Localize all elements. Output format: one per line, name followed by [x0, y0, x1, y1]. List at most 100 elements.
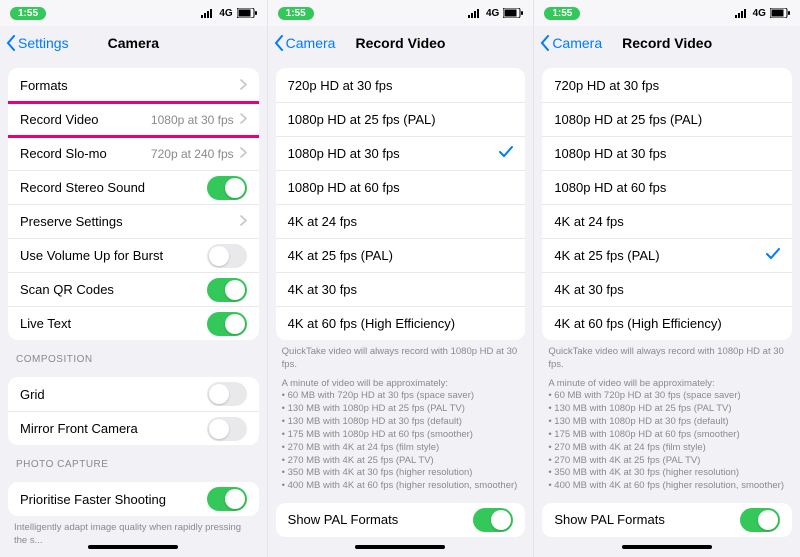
row-live-text: Live Text [8, 306, 259, 340]
battery-icon [770, 8, 790, 18]
approx-item: 130 MB with 1080p HD at 25 fps (PAL TV) [282, 403, 520, 416]
network-label: 4G [486, 8, 499, 19]
video-option[interactable]: 4K at 25 fps (PAL) [542, 238, 792, 272]
status-time: 1:55 [544, 7, 580, 20]
row-mirror-front: Mirror Front Camera [8, 411, 259, 445]
video-option[interactable]: 1080p HD at 30 fps [542, 136, 792, 170]
back-label: Camera [552, 35, 602, 51]
signal-icon [735, 9, 749, 18]
back-label: Settings [18, 35, 69, 51]
approx-item: 270 MB with 4K at 24 fps (film style) [282, 442, 520, 455]
switch-show-pal[interactable] [473, 508, 513, 532]
approx-item: 350 MB with 4K at 30 fps (higher resolut… [548, 467, 786, 480]
row-label: Grid [20, 387, 207, 402]
pal-group: Show PAL Formats [542, 503, 792, 537]
section-composition-label: COMPOSITION [0, 340, 267, 369]
video-option[interactable]: 4K at 24 fps [542, 204, 792, 238]
switch-grid[interactable] [207, 382, 247, 406]
status-bar: 1:55 4G [268, 0, 534, 26]
settings-group-composition: Grid Mirror Front Camera [8, 377, 259, 445]
video-option[interactable]: 1080p HD at 60 fps [276, 170, 526, 204]
row-preserve-settings[interactable]: Preserve Settings [8, 204, 259, 238]
back-button[interactable]: Camera [540, 35, 602, 51]
approx-item: 60 MB with 720p HD at 30 fps (space save… [282, 390, 520, 403]
row-record-video[interactable]: Record Video 1080p at 30 fps [8, 102, 259, 136]
option-label: 4K at 60 fps (High Efficiency) [554, 316, 780, 331]
option-label: 4K at 30 fps [288, 282, 514, 297]
chevron-right-icon [240, 146, 247, 161]
home-indicator[interactable] [268, 543, 534, 557]
approx-item: 270 MB with 4K at 25 fps (PAL TV) [282, 455, 520, 468]
row-record-slomo[interactable]: Record Slo-mo 720p at 240 fps [8, 136, 259, 170]
option-label: 1080p HD at 25 fps (PAL) [288, 112, 514, 127]
video-option[interactable]: 1080p HD at 60 fps [542, 170, 792, 204]
switch-mirror-front[interactable] [207, 417, 247, 441]
switch-volume-burst[interactable] [207, 244, 247, 268]
approx-block: A minute of video will be approximately:… [534, 372, 800, 493]
footer-caption: Intelligently adapt image quality when r… [0, 516, 267, 543]
video-option[interactable]: 720p HD at 30 fps [276, 68, 526, 102]
hint-text: QuickTake video will always record with … [268, 340, 534, 372]
chevron-left-icon [6, 35, 16, 51]
video-option[interactable]: 4K at 60 fps (High Efficiency) [542, 306, 792, 340]
option-label: 4K at 24 fps [554, 214, 780, 229]
row-label: Record Video [20, 112, 151, 127]
option-label: 4K at 30 fps [554, 282, 780, 297]
back-button[interactable]: Settings [6, 35, 69, 51]
video-option[interactable]: 720p HD at 30 fps [542, 68, 792, 102]
home-indicator[interactable] [0, 543, 267, 557]
checkmark-icon [766, 248, 780, 263]
row-label: Record Stereo Sound [20, 180, 207, 195]
approx-item: 350 MB with 4K at 30 fps (higher resolut… [282, 467, 520, 480]
row-prioritise-faster: Prioritise Faster Shooting [8, 482, 259, 516]
row-show-pal: Show PAL Formats [542, 503, 792, 537]
approx-item: 270 MB with 4K at 24 fps (film style) [548, 442, 786, 455]
nav-bar: Camera Record Video [268, 26, 534, 60]
battery-icon [503, 8, 523, 18]
signal-icon [468, 9, 482, 18]
signal-icon [201, 9, 215, 18]
approx-item: 60 MB with 720p HD at 30 fps (space save… [548, 390, 786, 403]
video-option[interactable]: 4K at 60 fps (High Efficiency) [276, 306, 526, 340]
back-button[interactable]: Camera [274, 35, 336, 51]
approx-list: 60 MB with 720p HD at 30 fps (space save… [282, 390, 520, 493]
video-option[interactable]: 1080p HD at 25 fps (PAL) [276, 102, 526, 136]
video-option[interactable]: 4K at 30 fps [276, 272, 526, 306]
status-time: 1:55 [278, 7, 314, 20]
chevron-right-icon [240, 112, 247, 127]
page-title: Record Video [622, 35, 712, 51]
home-indicator[interactable] [534, 543, 800, 557]
approx-intro: A minute of video will be approximately: [282, 378, 520, 391]
phone-camera-settings: 1:55 4G Settings Camera Formats Recor [0, 0, 267, 557]
network-label: 4G [219, 8, 232, 19]
row-label: Scan QR Codes [20, 282, 207, 297]
row-show-pal: Show PAL Formats [276, 503, 526, 537]
checkmark-icon [499, 146, 513, 161]
switch-stereo-sound[interactable] [207, 176, 247, 200]
video-option[interactable]: 4K at 30 fps [542, 272, 792, 306]
switch-live-text[interactable] [207, 312, 247, 336]
approx-item: 175 MB with 1080p HD at 60 fps (smoother… [548, 429, 786, 442]
option-label: 720p HD at 30 fps [554, 78, 780, 93]
video-option[interactable]: 1080p HD at 25 fps (PAL) [542, 102, 792, 136]
video-option[interactable]: 4K at 24 fps [276, 204, 526, 238]
settings-group-capture: Prioritise Faster Shooting [8, 482, 259, 516]
row-label: Formats [20, 78, 234, 93]
status-bar: 1:55 4G [0, 0, 267, 26]
nav-bar: Camera Record Video [534, 26, 800, 60]
option-label: 1080p HD at 30 fps [554, 146, 780, 161]
approx-item: 130 MB with 1080p HD at 25 fps (PAL TV) [548, 403, 786, 416]
switch-prioritise-faster[interactable] [207, 487, 247, 511]
switch-scan-qr[interactable] [207, 278, 247, 302]
page-title: Camera [108, 35, 159, 51]
chevron-right-icon [240, 78, 247, 93]
option-label: 1080p HD at 30 fps [288, 146, 500, 161]
approx-item: 175 MB with 1080p HD at 60 fps (smoother… [282, 429, 520, 442]
option-label: 4K at 25 fps (PAL) [554, 248, 766, 263]
video-option[interactable]: 1080p HD at 30 fps [276, 136, 526, 170]
switch-show-pal[interactable] [740, 508, 780, 532]
video-option[interactable]: 4K at 25 fps (PAL) [276, 238, 526, 272]
approx-item: 130 MB with 1080p HD at 30 fps (default) [548, 416, 786, 429]
chevron-left-icon [274, 35, 284, 51]
row-formats[interactable]: Formats [8, 68, 259, 102]
